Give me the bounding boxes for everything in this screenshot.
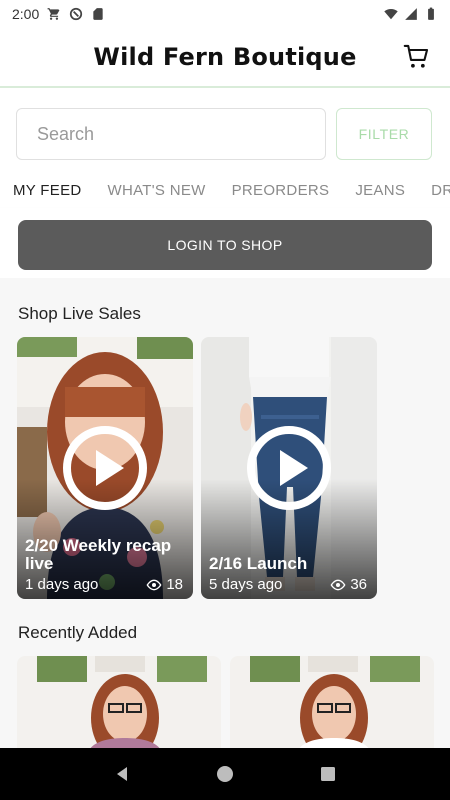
product-image [17, 656, 221, 748]
tab-label: WHAT'S NEW [107, 182, 206, 199]
shopping-cart-notification-icon [47, 8, 60, 20]
views-number: 36 [350, 576, 367, 593]
home-button[interactable] [211, 760, 239, 788]
home-circle-icon [216, 766, 233, 782]
play-icon [63, 426, 147, 510]
live-card-meta: 1 days ago 18 [25, 576, 183, 593]
sd-card-notification-icon [93, 8, 103, 20]
login-to-shop-button[interactable]: LOGIN TO SHOP [18, 220, 432, 270]
system-nav-bar [0, 748, 450, 800]
search-row: FILTER [16, 108, 434, 160]
live-card-title: 2/16 Launch [209, 554, 308, 573]
battery-icon [428, 7, 434, 20]
cellular-signal-icon [405, 8, 417, 20]
live-card-age: 5 days ago [209, 576, 283, 593]
feed: Shop Live Sales 2/20 Weekly recap live 1 [0, 278, 450, 748]
product-image [230, 656, 434, 748]
product-card[interactable] [17, 656, 221, 748]
live-card-meta: 5 days ago 36 [209, 576, 367, 593]
recents-square-icon [321, 767, 336, 781]
cart-icon [403, 44, 429, 68]
views-count: 36 [330, 576, 367, 593]
status-time: 2:00 [12, 6, 40, 22]
views-number: 18 [166, 576, 183, 593]
product-card[interactable] [230, 656, 434, 748]
search-input[interactable] [16, 108, 326, 160]
wifi-icon [384, 9, 398, 20]
section-title-recent: Recently Added [18, 623, 138, 642]
filter-button[interactable]: FILTER [336, 108, 432, 160]
tab-label: MY FEED [13, 182, 82, 199]
play-icon [247, 426, 331, 510]
tab-label: PREORDERS [231, 182, 330, 199]
tab-label: JEANS [355, 182, 406, 199]
cart-button[interactable] [402, 42, 432, 72]
views-count: 18 [146, 576, 183, 593]
tab-label: DRI [431, 182, 450, 199]
status-bar: 2:00 [0, 0, 450, 28]
section-title-live: Shop Live Sales [18, 304, 141, 323]
recents-button[interactable] [314, 760, 342, 788]
live-sale-card[interactable]: 2/16 Launch 5 days ago 36 [201, 337, 377, 599]
app-title: Wild Fern Boutique [93, 43, 357, 71]
back-button[interactable] [108, 760, 136, 788]
status-left: 2:00 [12, 6, 105, 22]
eye-icon [330, 579, 346, 590]
sync-notification-icon [70, 7, 83, 21]
back-triangle-icon [116, 767, 127, 781]
app-header: Wild Fern Boutique [0, 28, 450, 88]
login-bar: LOGIN TO SHOP [0, 208, 450, 278]
live-card-age: 1 days ago [25, 576, 99, 593]
live-sale-card[interactable]: 2/20 Weekly recap live 1 days ago 18 [17, 337, 193, 599]
live-card-title: 2/20 Weekly recap live [25, 536, 172, 573]
status-right [384, 7, 438, 21]
eye-icon [146, 579, 162, 590]
